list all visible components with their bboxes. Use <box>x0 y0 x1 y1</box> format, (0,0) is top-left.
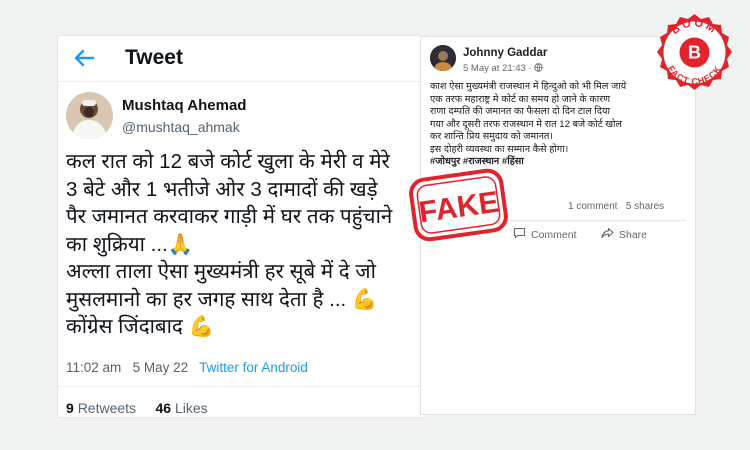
back-arrow-icon[interactable] <box>73 44 95 72</box>
share-label: Share <box>619 228 648 241</box>
post-hashtags[interactable]: #जोधपुर #राजस्थान #हिंसा <box>430 156 690 169</box>
share-button[interactable]: Share <box>601 227 647 242</box>
tweet-line: का शुक्रिया ...🙏 <box>66 232 194 256</box>
tweet-line: कोंग्रेस जिंदाबाद 💪 <box>66 315 215 338</box>
tweet-line: मुसलमानो का हर जगह साथ देता है ... 💪 <box>66 287 378 311</box>
engagement-counts: 1 comment 5 shares <box>568 201 664 212</box>
fake-stamp: FAKE <box>406 166 511 245</box>
tweet-time: 11:02 am <box>66 360 122 375</box>
tweet-line: कल रात को 12 बजे कोर्ट खुला के मेरी व मे… <box>66 150 390 173</box>
likes-count[interactable]: 46 <box>156 400 172 416</box>
avatar[interactable] <box>430 45 456 71</box>
tweet-metadata: 11:02 am 5 May 22 Twitter for Android <box>66 360 308 375</box>
comment-button[interactable]: Comment <box>513 227 577 242</box>
tweet-line: पैर जमानत करवाकर गाड़ी में घर तक पहुंचान… <box>66 205 393 228</box>
post-line: काश ऐसा मुख्यमंत्री राजस्थान में हिन्दुओ… <box>430 81 627 92</box>
divider <box>506 220 686 221</box>
tweet-author-name[interactable]: Mushtaq Ahemad <box>122 97 246 114</box>
post-time[interactable]: 5 May at 21:43 · <box>463 63 534 74</box>
post-author-name[interactable]: Johnny Gaddar <box>463 47 547 59</box>
comment-label: Comment <box>531 228 577 241</box>
post-timestamp: 5 May at 21:43 · <box>463 63 544 75</box>
post-line: इस दोहरी व्यवस्था का सम्मान कैसे होगा। <box>430 143 569 155</box>
tweet-line: 3 बेटे और 1 भतीजे ओर 3 दामादों की खड़े <box>66 177 378 201</box>
post-line: कर शान्ति प्रिय समुदाय को जमानत। <box>430 131 554 142</box>
post-text: काश ऐसा मुख्यमंत्री राजस्थान में हिन्दुओ… <box>430 81 690 169</box>
post-line: एक तरफ महाराष्ट्र मे कोर्ट का समय हो जान… <box>430 93 611 105</box>
post-line: गया और दूसरी तरफ राजस्थान मे रात 12 बजे … <box>430 118 623 130</box>
tweet-text: कल रात को 12 बजे कोर्ट खुला के मेरी व मे… <box>66 148 421 341</box>
avatar[interactable] <box>66 92 113 139</box>
page-title: Tweet <box>125 46 183 69</box>
tweet-card: Tweet Mushtaq Ahemad @mushtaq_ahmak कल र… <box>57 35 427 418</box>
tweet-line: अल्ला ताला ऐसा मुख्यमंत्री हर सूबे में द… <box>66 260 376 283</box>
retweets-count[interactable]: 9 <box>66 400 74 416</box>
tweet-source-link[interactable]: Twitter for Android <box>199 360 308 375</box>
comment-count[interactable]: 1 comment <box>568 201 617 212</box>
likes-label[interactable]: Likes <box>175 400 208 416</box>
share-icon <box>601 227 614 242</box>
logo-letter: B <box>688 43 701 63</box>
tweet-author-handle[interactable]: @mushtaq_ahmak <box>122 119 240 135</box>
share-count[interactable]: 5 shares <box>626 201 664 212</box>
retweets-label[interactable]: Retweets <box>78 400 136 416</box>
tweet-stats: 9 Retweets 46 Likes <box>66 400 208 416</box>
post-line: राणा दम्पति की जमानत का फैसला दो दिन टाल… <box>430 106 611 117</box>
tweet-header: Tweet <box>58 36 426 82</box>
divider <box>58 386 426 387</box>
tweet-date: 5 May 22 <box>132 360 189 375</box>
comment-icon <box>513 227 526 242</box>
globe-icon <box>534 63 544 75</box>
boom-fact-check-logo: BOOM B FACT CHECK <box>653 12 736 95</box>
